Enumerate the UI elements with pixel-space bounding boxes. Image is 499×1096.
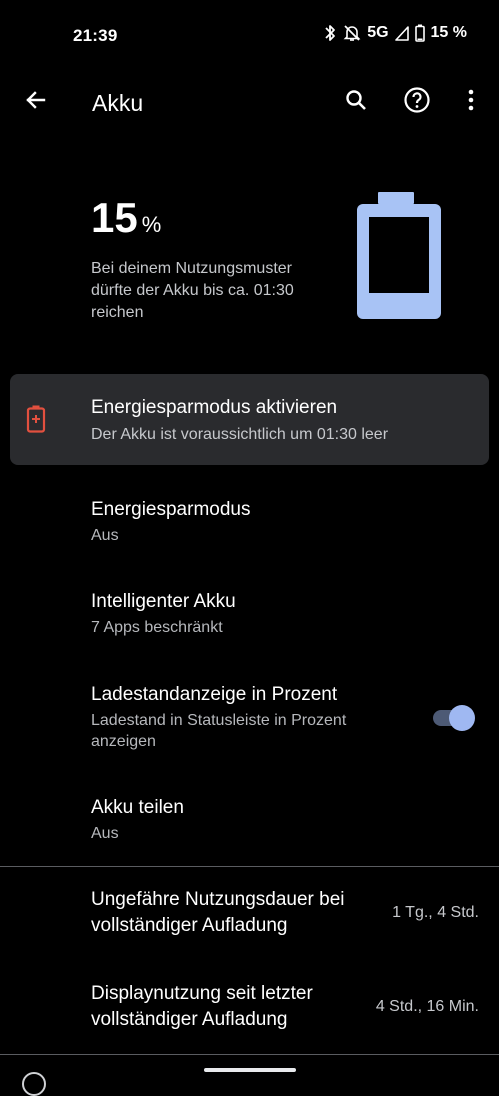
battery-graphic-icon — [355, 192, 443, 325]
battery-alert-icon — [26, 405, 46, 438]
divider — [0, 1054, 499, 1055]
status-bar: 21:39 5G 15 % — [0, 0, 499, 70]
more-options-button[interactable] — [455, 86, 487, 118]
usage-value: 1 Tg., 4 Std. — [392, 904, 479, 921]
usage-label: Ungefähre Nutzungsdauer bei vollständige… — [91, 889, 345, 936]
battery-estimate: Bei deinem Nutzungsmuster dürfte der Akk… — [91, 260, 294, 321]
full-charge-usage-row: Ungefähre Nutzungsdauer bei vollständige… — [91, 887, 481, 939]
adaptive-battery-setting[interactable]: Intelligenter Akku 7 Apps beschränkt — [91, 589, 236, 638]
battery-saver-suggestion-card[interactable]: Energiesparmodus aktivieren Der Akku ist… — [10, 374, 489, 465]
status-icons: 5G 15 % — [323, 24, 467, 42]
setting-title: Akku teilen — [91, 797, 184, 818]
battery-saver-setting[interactable]: Energiesparmodus Aus — [91, 497, 250, 546]
setting-title: Ladestandanzeige in Prozent — [91, 684, 338, 705]
setting-summary: Ladestand in Statusleiste in Prozent anz… — [91, 712, 347, 750]
screen-usage-row: Displaynutzung seit letzter vollständige… — [91, 981, 481, 1033]
gesture-navigation-handle[interactable] — [204, 1068, 296, 1072]
battery-level-value: 15 — [91, 194, 138, 241]
signal-icon — [394, 25, 409, 41]
battery-share-setting[interactable]: Akku teilen Aus — [91, 795, 184, 844]
notifications-off-icon — [343, 24, 361, 42]
battery-level-unit: % — [141, 212, 162, 237]
back-arrow-icon — [24, 88, 48, 117]
status-time: 21:39 — [73, 26, 118, 45]
more-vert-icon — [467, 88, 475, 117]
search-icon — [344, 88, 368, 117]
info-icon — [22, 1072, 46, 1096]
suggestion-title: Energiesparmodus aktivieren — [91, 397, 338, 418]
setting-summary: Aus — [91, 527, 119, 544]
search-button[interactable] — [340, 86, 372, 118]
setting-summary: Aus — [91, 825, 119, 842]
battery-percentage-setting[interactable]: Ladestandanzeige in Prozent Ladestand in… — [91, 682, 401, 752]
battery-icon — [414, 24, 425, 42]
toggle-thumb — [449, 705, 475, 731]
back-button[interactable] — [20, 86, 52, 118]
help-button[interactable] — [401, 86, 433, 118]
setting-title: Intelligenter Akku — [91, 591, 236, 612]
status-battery-text: 15 % — [430, 24, 467, 41]
setting-summary: 7 Apps beschränkt — [91, 619, 223, 636]
usage-value: 4 Std., 16 Min. — [375, 998, 479, 1015]
help-icon — [403, 86, 431, 119]
page-title: Akku — [92, 90, 144, 116]
divider — [0, 866, 499, 867]
network-type: 5G — [367, 24, 389, 41]
battery-level: 15% — [91, 194, 161, 242]
suggestion-summary: Der Akku ist voraussichtlich um 01:30 le… — [91, 426, 389, 443]
bluetooth-icon — [323, 24, 337, 42]
battery-percentage-toggle[interactable] — [433, 705, 475, 731]
setting-title: Energiesparmodus — [91, 499, 251, 520]
usage-label: Displaynutzung seit letzter vollständige… — [91, 983, 313, 1030]
app-bar: Akku — [0, 72, 499, 136]
